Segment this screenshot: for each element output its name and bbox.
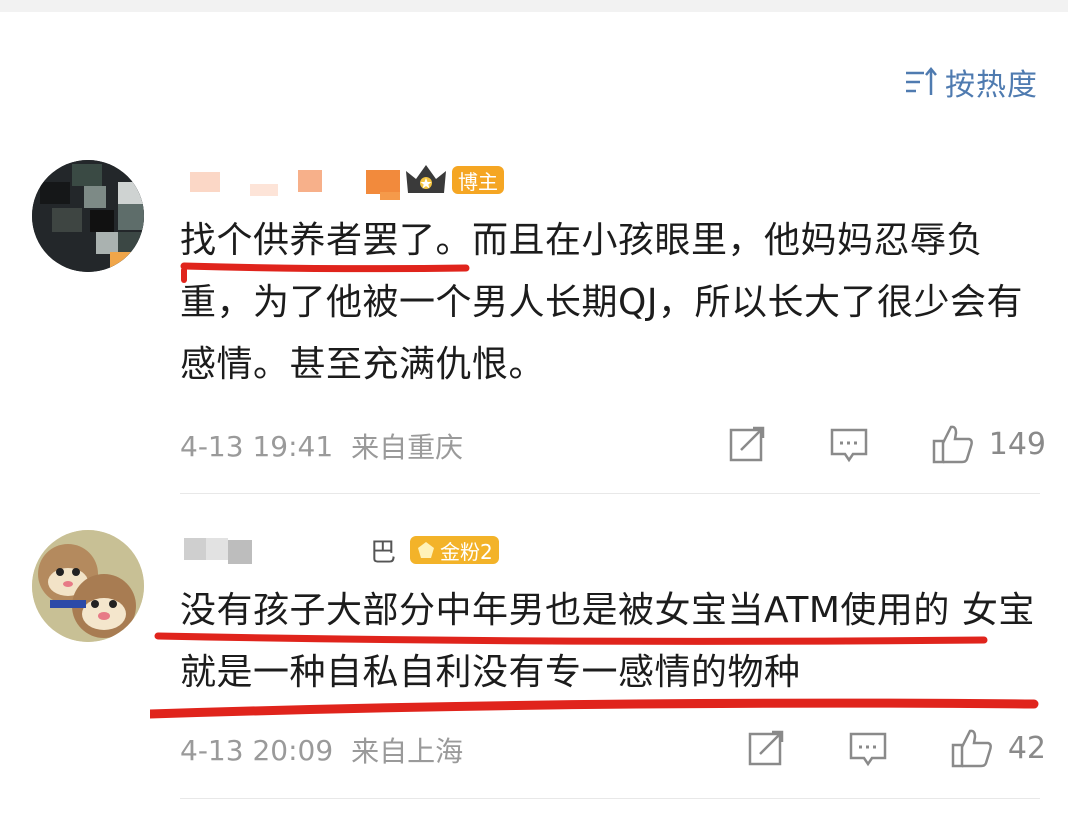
comment-actions: 42	[684, 724, 1046, 772]
share-icon	[729, 426, 764, 462]
sort-label: 按热度	[945, 68, 1038, 103]
comment-location: 来自上海	[351, 735, 464, 768]
thumbs-up-icon	[951, 729, 992, 768]
reply-button[interactable]	[829, 424, 869, 464]
gold-fan-badge-label: 金粉2	[440, 539, 493, 564]
like-count: 149	[988, 426, 1046, 462]
divider	[180, 798, 1040, 799]
comment-time: 4-13 19:41	[180, 429, 334, 463]
username-blurred[interactable]	[180, 160, 402, 200]
avatar[interactable]	[32, 160, 144, 272]
username-tail: 巴	[370, 537, 397, 568]
like-count: 42	[1007, 730, 1046, 766]
comment-meta: 4-13 20:09 来自上海	[180, 730, 463, 770]
username-row: 博主	[180, 160, 504, 200]
like-button[interactable]: 149	[931, 423, 1046, 465]
top-bar	[0, 0, 1068, 12]
blogger-badge: 博主	[452, 166, 504, 194]
username-row: 巴 金粉2	[180, 530, 499, 570]
divider	[180, 493, 1040, 494]
sort-icon	[903, 65, 939, 99]
like-button[interactable]: 42	[950, 727, 1046, 769]
red-underline-annotation	[145, 622, 1050, 736]
comment-text: 找个供养者罢了。而且在小孩眼里，他妈妈忍辱负重，为了他被一个男人长期QJ，所以长…	[180, 220, 1023, 385]
comment-icon	[830, 428, 867, 463]
reply-button[interactable]	[848, 728, 888, 768]
sort-by-hot-button[interactable]: 按热度	[903, 62, 1038, 103]
comment-meta: 4-13 19:41 来自重庆	[180, 426, 463, 466]
comment-icon	[849, 732, 887, 767]
username-blurred[interactable]	[180, 530, 370, 570]
comment-time: 4-13 20:09	[180, 733, 334, 767]
repost-button[interactable]	[727, 424, 767, 464]
comment-location: 来自重庆	[351, 431, 464, 464]
comment-actions: 149	[665, 420, 1046, 468]
thumbs-up-icon	[932, 425, 973, 464]
share-icon	[748, 730, 784, 766]
gold-fan-badge: 金粉2	[410, 536, 499, 564]
avatar[interactable]	[32, 530, 144, 642]
crown-icon	[404, 163, 448, 197]
repost-button[interactable]	[746, 728, 786, 768]
red-underline-annotation	[180, 258, 472, 288]
gold-fan-icon	[418, 542, 435, 558]
